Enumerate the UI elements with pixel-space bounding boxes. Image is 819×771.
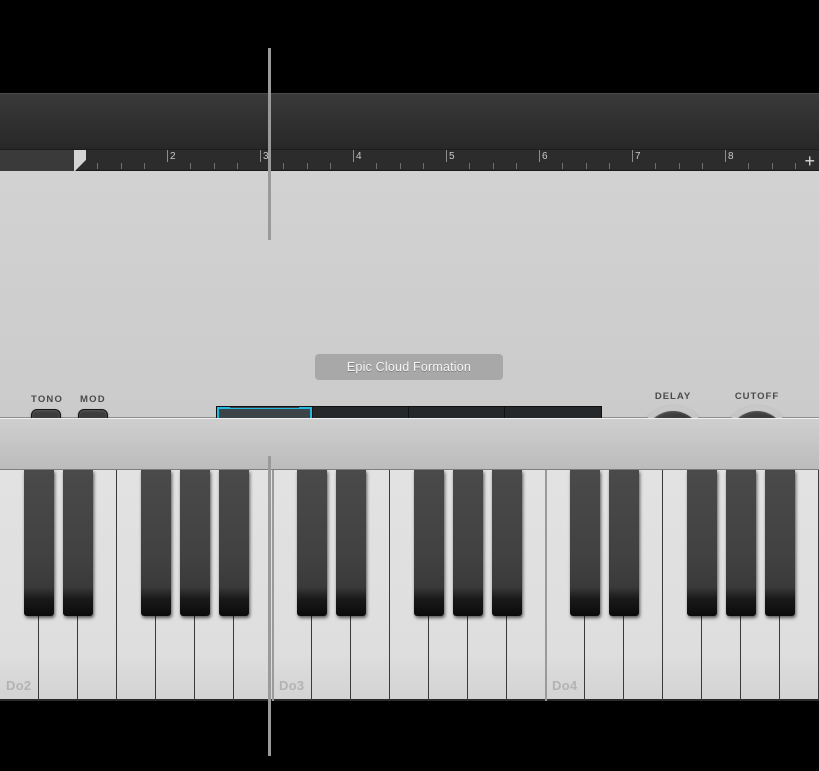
callout-line-bottom	[268, 456, 271, 756]
playhead-marker[interactable]	[74, 150, 86, 172]
ruler-sub-tick	[562, 163, 564, 169]
ruler-sub-tick	[236, 163, 238, 169]
ruler-bar-number: 5	[449, 151, 455, 162]
ruler-bar-number: 7	[635, 151, 641, 162]
black-key[interactable]	[336, 470, 366, 616]
piano-keyboard[interactable]: Do2 Do3 Do4	[0, 470, 819, 771]
timeline-ruler[interactable]: 12345678 +	[0, 149, 819, 172]
ruler-sub-tick	[655, 163, 657, 169]
black-key[interactable]	[726, 470, 756, 616]
ruler-sub-tick	[97, 163, 99, 169]
black-key[interactable]	[687, 470, 717, 616]
ruler-sub-tick	[399, 163, 401, 169]
ruler-sub-tick	[701, 163, 703, 169]
black-key[interactable]	[492, 470, 522, 616]
garageband-keyboard-screen: ? 12345678 + Epic Cloud Formation TONO M…	[0, 0, 819, 771]
ruler-sub-tick	[283, 163, 285, 169]
top-toolbar: ?	[0, 93, 819, 237]
ruler-sub-tick	[213, 163, 215, 169]
black-key[interactable]	[453, 470, 483, 616]
cutoff-knob-label: CUTOFF	[734, 391, 780, 402]
ruler-sub-tick	[190, 163, 192, 169]
ruler-sub-tick	[585, 163, 587, 169]
ruler-sub-tick	[120, 163, 122, 169]
ruler-sub-tick	[748, 163, 750, 169]
black-key[interactable]	[180, 470, 210, 616]
black-key[interactable]	[297, 470, 327, 616]
ruler-sub-tick	[771, 163, 773, 169]
ruler-sub-tick	[376, 163, 378, 169]
ruler-sub-tick	[678, 163, 680, 169]
callout-line-top	[268, 48, 271, 240]
ruler-sub-tick	[469, 163, 471, 169]
ruler-sub-tick	[329, 163, 331, 169]
ruler-bar-number: 6	[542, 151, 548, 162]
black-key[interactable]	[141, 470, 171, 616]
ruler-bar-number: 4	[356, 151, 362, 162]
ruler-head	[0, 150, 74, 172]
ruler-bar-number: 2	[170, 151, 176, 162]
ruler-sub-tick	[143, 163, 145, 169]
ruler-sub-tick	[492, 163, 494, 169]
ruler-sub-tick	[422, 163, 424, 169]
black-key[interactable]	[609, 470, 639, 616]
instrument-panel: Epic Cloud Formation TONO MOD LushSoftFl…	[0, 171, 819, 578]
black-key[interactable]	[414, 470, 444, 616]
preset-name-button[interactable]: Epic Cloud Formation	[315, 354, 503, 380]
keyboard-control-bar: 0 SUSTAIN	[0, 418, 819, 470]
mod-slider-label: MOD	[80, 394, 106, 405]
black-key[interactable]	[570, 470, 600, 616]
black-key[interactable]	[765, 470, 795, 616]
octave-separator	[545, 470, 547, 701]
octave-label: Do2	[6, 678, 32, 693]
ruler-sub-tick	[794, 163, 796, 169]
ruler-sub-tick	[306, 163, 308, 169]
delay-knob-label: DELAY	[654, 391, 692, 402]
octave-label: Do4	[552, 678, 578, 693]
ruler-sub-tick	[608, 163, 610, 169]
black-key[interactable]	[24, 470, 54, 616]
ruler-bar-number: 8	[728, 151, 734, 162]
octave-label: Do3	[279, 678, 305, 693]
ruler-sub-tick	[515, 163, 517, 169]
tono-slider-label: TONO	[31, 394, 64, 405]
add-section-button[interactable]: +	[804, 152, 815, 170]
octave-separator	[272, 470, 274, 701]
black-key[interactable]	[219, 470, 249, 616]
black-key[interactable]	[63, 470, 93, 616]
